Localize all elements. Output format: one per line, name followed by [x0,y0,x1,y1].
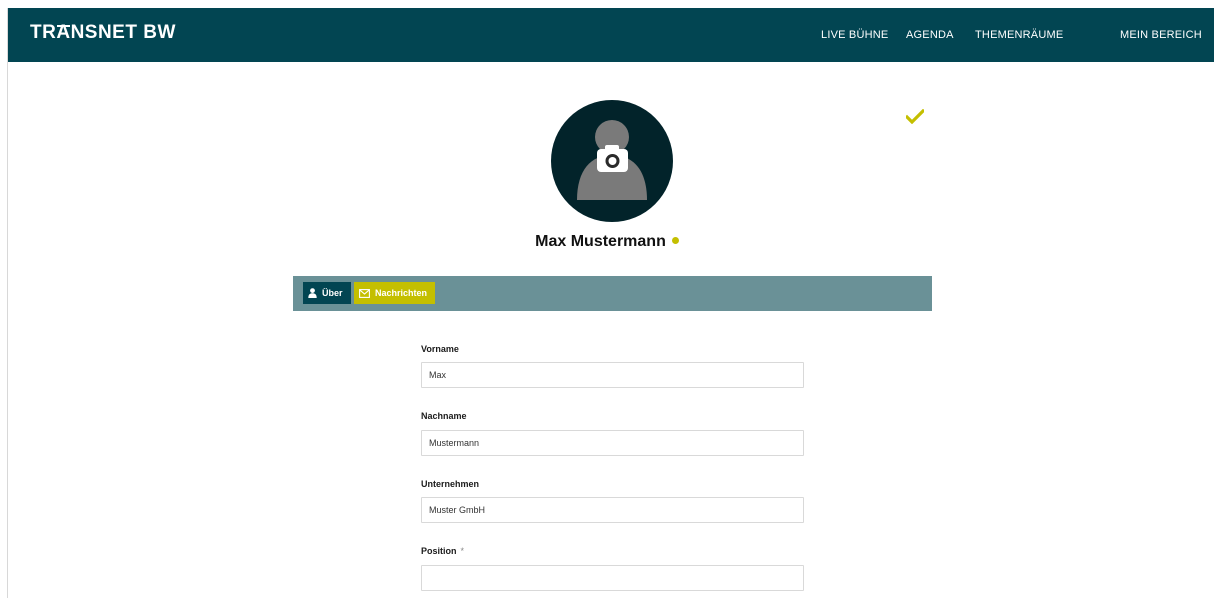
logo-mark: A [56,22,71,43]
nachname-label-text: Nachname [421,411,467,421]
nav-live-buehne[interactable]: LIVE BÜHNE [821,28,888,42]
transnet-bw-logo[interactable]: TRANSNET BW [30,22,176,44]
profile-name: Max Mustermann [0,233,1214,251]
user-icon [308,288,317,298]
page-frame-edge [7,8,8,598]
unternehmen-label: Unternehmen [421,479,479,489]
nachname-label: Nachname [421,411,467,421]
position-label-text: Position [421,546,457,556]
nav-agenda[interactable]: AGENDA [906,28,954,42]
vorname-field[interactable] [421,362,804,388]
checkmark-icon [906,109,924,124]
unternehmen-label-text: Unternehmen [421,479,480,489]
nav-themenraeume[interactable]: THEMENRÄUME [975,28,1063,42]
online-status-dot [671,237,679,245]
unternehmen-field[interactable] [421,497,804,523]
logo-text-suffix: NSNET BW [70,22,176,43]
profile-avatar[interactable] [551,100,673,222]
position-field[interactable] [421,565,804,591]
nav-mein-bereich[interactable]: MEIN BEREICH [1120,28,1202,42]
profile-tab-bar: Über Nachrichten [293,276,932,311]
tab-ueber[interactable]: Über [303,282,351,304]
vorname-label: Vorname [421,344,459,354]
required-marker: * [460,546,465,556]
tab-nachrichten[interactable]: Nachrichten [354,282,435,304]
profile-name-text: Max Mustermann [535,233,666,250]
tab-nachrichten-label: Nachrichten [375,288,428,298]
logo-text-prefix: TR [30,22,57,43]
position-label: Position * [421,546,464,556]
camera-icon[interactable] [551,100,673,222]
tab-ueber-label: Über [322,288,343,298]
top-navigation-bar: TRANSNET BW LIVE BÜHNE AGENDA THEMENRÄUM… [8,8,1214,62]
envelope-icon [359,288,370,298]
vorname-label-text: Vorname [421,344,459,354]
nachname-field[interactable] [421,430,804,456]
